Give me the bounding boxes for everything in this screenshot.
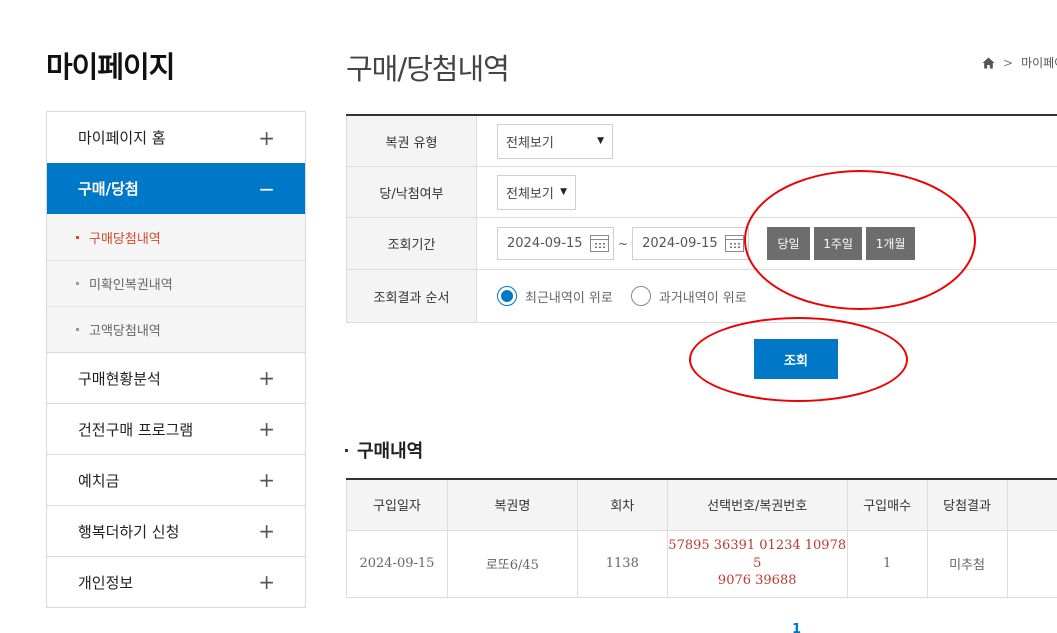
order-recent-label: 최근내역이 위로 bbox=[525, 290, 613, 306]
end-date-value: 2024-09-15 bbox=[642, 236, 718, 251]
sidebar-subitem-unconfirmed[interactable]: 미확인복권내역 bbox=[47, 260, 305, 306]
plus-icon: + bbox=[258, 519, 275, 543]
period-today-button[interactable]: 당일 bbox=[767, 227, 811, 260]
date-range-tilde: ~ bbox=[618, 236, 629, 251]
selected-numbers-line: 9076 39688 bbox=[717, 573, 797, 589]
lottery-type-cell: 전체보기 ▼ bbox=[477, 116, 1057, 166]
lottery-type-select[interactable]: 전체보기 ▼ bbox=[497, 123, 613, 159]
win-status-label: 당/낙첨여부 bbox=[346, 167, 477, 217]
selected-numbers-cell[interactable]: 57895 36391 01234 10978 5 9076 39688 bbox=[666, 530, 848, 598]
plus-icon: + bbox=[258, 366, 275, 390]
sidebar-item-label: 마이페이지 홈 bbox=[78, 129, 166, 147]
sidebar-item-label: 예치금 bbox=[78, 471, 120, 490]
win-status-select[interactable]: 전체보기 ▼ bbox=[497, 174, 576, 210]
sidebar-item-healthy-purchase[interactable]: 건전구매 프로그램 + bbox=[47, 403, 305, 454]
bullet-icon bbox=[76, 328, 79, 331]
page-title: 구매/당첨내역 bbox=[346, 52, 510, 86]
sidebar-item-label: 개인정보 bbox=[78, 573, 134, 592]
sidebar-item-deposit[interactable]: 예치금 + bbox=[47, 454, 305, 505]
end-date-input[interactable]: 2024-09-15 bbox=[632, 227, 750, 260]
win-status-value: 전체보기 bbox=[506, 186, 554, 202]
caret-down-icon: ▼ bbox=[560, 187, 567, 197]
column-header bbox=[1006, 479, 1057, 531]
lottery-type-label: 복권 유형 bbox=[346, 116, 477, 166]
sidebar-item-mypage-home[interactable]: 마이페이지 홈 + bbox=[47, 112, 305, 163]
order-label: 조회결과 순서 bbox=[346, 270, 477, 322]
start-date-value: 2024-09-15 bbox=[507, 236, 583, 251]
plus-icon: + bbox=[258, 468, 275, 492]
round-cell: 1138 bbox=[576, 530, 668, 598]
start-date-input[interactable]: 2024-09-15 bbox=[497, 227, 614, 260]
purchase-date-cell: 2024-09-15 bbox=[346, 530, 448, 598]
purchase-count-cell: 1 bbox=[846, 530, 928, 598]
period-label: 조회기간 bbox=[346, 218, 477, 269]
sidebar-title: 마이페이지 bbox=[46, 50, 175, 84]
sidebar-subitem-label: 구매당첨내역 bbox=[89, 231, 161, 247]
period-month-button[interactable]: 1개월 bbox=[866, 227, 916, 260]
column-header: 선택번호/복권번호 bbox=[666, 479, 848, 531]
sidebar-item-label: 구매/당첨 bbox=[78, 180, 139, 198]
calendar-icon[interactable] bbox=[590, 235, 609, 252]
breadcrumb-current[interactable]: 마이페이 bbox=[1021, 54, 1057, 71]
search-row-win-status: 당/낙첨여부 전체보기 ▼ bbox=[346, 167, 1057, 218]
caret-down-icon: ▼ bbox=[597, 136, 604, 146]
purchase-history-table: 구입일자 복권명 회차 선택번호/복권번호 구입매수 당첨결과 2024-09-… bbox=[346, 478, 1057, 598]
sidebar-subitem-label: 고액당첨내역 bbox=[89, 324, 161, 339]
sidebar-item-personal-info[interactable]: 개인정보 + bbox=[47, 556, 305, 607]
sidebar-item-label: 건전구매 프로그램 bbox=[78, 420, 194, 439]
lottery-name-cell: 로또6/45 bbox=[446, 530, 578, 598]
win-status-cell: 전체보기 ▼ bbox=[477, 167, 1057, 217]
bullet-icon bbox=[76, 282, 79, 285]
breadcrumb: > 마이페이 bbox=[982, 54, 1057, 71]
selected-numbers-line: 57895 36391 01234 10978 5 bbox=[668, 538, 847, 571]
win-result-cell: 미추첨 bbox=[926, 530, 1008, 598]
plus-icon: + bbox=[258, 570, 275, 594]
radio-unchecked-icon[interactable] bbox=[630, 286, 651, 306]
section-title-text: 구매내역 bbox=[357, 441, 424, 462]
sidebar-nav: 마이페이지 홈 + 구매/당첨 − 구매당첨내역 미확인복권내역 고액당첨내역 … bbox=[46, 111, 306, 608]
section-title: 구매내역 bbox=[345, 437, 423, 463]
home-icon[interactable] bbox=[982, 57, 995, 69]
search-row-period: 조회기간 2024-09-15 ~ 2024-09-15 당일 1주일 1개월 bbox=[346, 218, 1057, 270]
period-week-button[interactable]: 1주일 bbox=[814, 227, 863, 260]
column-header: 복권명 bbox=[446, 479, 578, 531]
plus-icon: + bbox=[258, 125, 275, 150]
column-header: 회차 bbox=[576, 479, 668, 531]
radio-checked-icon[interactable] bbox=[497, 286, 517, 306]
bullet-icon bbox=[76, 235, 79, 239]
sidebar-subitem-high-prize[interactable]: 고액당첨내역 bbox=[47, 306, 305, 352]
column-header: 구입일자 bbox=[346, 479, 448, 531]
sidebar-item-label: 행복더하기 신청 bbox=[78, 522, 180, 541]
order-recent-radio[interactable]: 최근내역이 위로 bbox=[497, 286, 613, 306]
order-cell: 최근내역이 위로 과거내역이 위로 bbox=[477, 270, 1057, 322]
pagination-current-page[interactable]: 1 bbox=[792, 622, 801, 633]
breadcrumb-separator: > bbox=[1003, 55, 1014, 70]
sidebar-subitem-purchase-win-history[interactable]: 구매당첨내역 bbox=[47, 214, 305, 260]
order-past-label: 과거내역이 위로 bbox=[658, 290, 747, 306]
sidebar-item-purchase-win[interactable]: 구매/당첨 − bbox=[47, 163, 305, 214]
calendar-icon[interactable] bbox=[725, 235, 745, 252]
sidebar-item-label: 구매현황분석 bbox=[78, 369, 161, 388]
sidebar-item-purchase-analysis[interactable]: 구매현황분석 + bbox=[47, 352, 305, 403]
column-header: 구입매수 bbox=[846, 479, 928, 531]
plus-icon: + bbox=[258, 417, 275, 441]
period-cell: 2024-09-15 ~ 2024-09-15 당일 1주일 1개월 bbox=[477, 218, 1057, 269]
minus-icon: − bbox=[258, 176, 275, 201]
search-form: 복권 유형 전체보기 ▼ 당/낙첨여부 전체보기 ▼ 조회기간 2024-09-… bbox=[346, 114, 1057, 323]
lottery-type-value: 전체보기 bbox=[506, 135, 554, 151]
table-row: 2024-09-15 로또6/45 1138 57895 36391 01234… bbox=[346, 530, 1057, 598]
search-row-lottery-type: 복권 유형 전체보기 ▼ bbox=[346, 116, 1057, 167]
sidebar-item-happiness-apply[interactable]: 행복더하기 신청 + bbox=[47, 505, 305, 556]
extra-cell bbox=[1006, 530, 1057, 598]
order-past-radio[interactable]: 과거내역이 위로 bbox=[630, 286, 747, 306]
search-submit-button[interactable]: 조회 bbox=[754, 339, 838, 379]
column-header: 당첨결과 bbox=[926, 479, 1008, 531]
sidebar-subitem-label: 미확인복권내역 bbox=[89, 278, 173, 293]
search-row-order: 조회결과 순서 최근내역이 위로 과거내역이 위로 bbox=[346, 270, 1057, 323]
table-header-row: 구입일자 복권명 회차 선택번호/복권번호 구입매수 당첨결과 bbox=[346, 479, 1057, 531]
bullet-icon bbox=[345, 448, 348, 452]
